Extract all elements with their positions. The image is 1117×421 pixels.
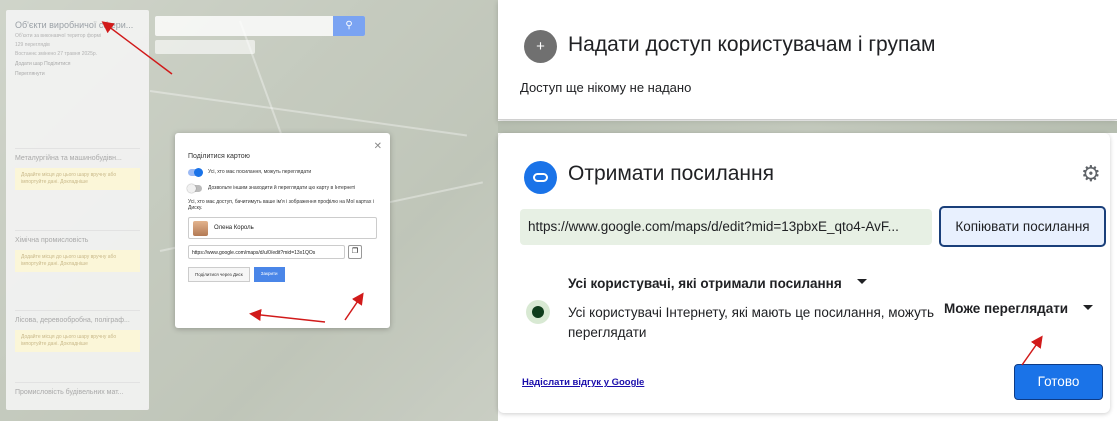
close-button[interactable]: Закрити xyxy=(253,267,285,282)
share-drive-button[interactable]: Поділитися через Диск xyxy=(188,267,250,282)
globe-icon xyxy=(526,300,550,324)
layer-3[interactable]: Лісова, деревообробна, поліграф... Додай… xyxy=(15,310,140,352)
map-sidebar: Об'єкти виробничої сфери... Об'єкти за в… xyxy=(6,10,149,410)
share-dialog: + Надати доступ користувачам і групам До… xyxy=(498,0,1117,421)
layer-note: Додайте місця до цього шару вручну або і… xyxy=(15,250,140,272)
layer-2[interactable]: Хімічна промисловість Додайте місця до ц… xyxy=(15,230,140,272)
map-actions[interactable]: Додати шар Поділитися xyxy=(15,61,140,67)
public-toggle[interactable] xyxy=(187,184,202,193)
map-title[interactable]: Об'єкти виробничої сфери... xyxy=(15,20,140,30)
audience-dropdown[interactable]: Усі користувачі, які отримали посилання xyxy=(568,276,842,291)
share-users-title: Надати доступ користувачам і групам xyxy=(568,33,936,56)
layer-title[interactable]: Промисловість будівельних мат... xyxy=(15,382,140,396)
layer-title[interactable]: Хімічна промисловість xyxy=(15,230,140,244)
dialog-buttons: Поділитися через Диск Закрити xyxy=(188,267,377,282)
toggle-row-public[interactable]: Дозвольте іншим знаходити й переглядати … xyxy=(187,184,377,193)
chevron-down-icon[interactable] xyxy=(857,279,867,284)
copy-icon[interactable]: ❐ xyxy=(348,245,362,259)
dialog-title: Поділитися картою xyxy=(188,153,250,160)
permission-dropdown[interactable]: Може переглядати xyxy=(944,301,1068,316)
map-subtitle: Об'єкти за виконавчої територ формі xyxy=(15,33,102,39)
link-row: https://www.google.com/maps/d/u/0/edit?m… xyxy=(188,245,377,259)
layer-title[interactable]: Металургійна та машинобудівн... xyxy=(15,148,140,162)
map-search-button[interactable]: ⚲ xyxy=(333,16,365,36)
link-url-field[interactable]: https://www.google.com/maps/d/edit?mid=1… xyxy=(520,209,932,245)
toggle-label: Усі, хто має посилання, можуть перегляда… xyxy=(208,169,312,175)
get-link-title: Отримати посилання xyxy=(568,162,774,185)
link-toggle[interactable] xyxy=(188,168,203,177)
done-button[interactable]: Готово xyxy=(1014,364,1103,400)
owner-row: Олена Король xyxy=(188,217,377,239)
link-field[interactable]: https://www.google.com/maps/d/u/0/edit?m… xyxy=(188,245,345,259)
gear-icon[interactable]: ⚙ xyxy=(1081,161,1101,187)
get-link-card: Отримати посилання ⚙ https://www.google.… xyxy=(498,133,1110,413)
share-map-dialog: ✕ Поділитися картою Усі, хто має посилан… xyxy=(175,133,390,328)
chevron-down-icon[interactable] xyxy=(1083,305,1093,310)
audience-description: Усі користувачі Інтернету, які мають це … xyxy=(568,305,935,340)
search-icon: ⚲ xyxy=(345,20,353,31)
dialog-info: Усі, хто має доступ, бачитимуть ваше ім'… xyxy=(188,199,374,211)
map-toolbar[interactable] xyxy=(155,40,255,54)
owner-name: Олена Король xyxy=(214,225,254,231)
layer-4[interactable]: Промисловість будівельних мат... xyxy=(15,382,140,396)
layer-1[interactable]: Металургійна та машинобудівн... Додайте … xyxy=(15,148,140,190)
background-strip xyxy=(498,121,1117,133)
share-users-card: + Надати доступ користувачам і групам До… xyxy=(498,0,1117,120)
map-preview[interactable]: Переглянути xyxy=(15,71,140,77)
share-users-status: Доступ ще нікому не надано xyxy=(520,80,692,95)
close-icon[interactable]: ✕ xyxy=(374,141,382,152)
person-add-icon: + xyxy=(524,30,557,63)
copy-link-button[interactable]: Копіювати посилання xyxy=(939,206,1106,247)
toggle-row-link[interactable]: Усі, хто має посилання, можуть перегляда… xyxy=(188,168,377,177)
layer-title[interactable]: Лісова, деревообробна, поліграф... xyxy=(15,310,140,324)
link-icon xyxy=(524,161,557,194)
map-edited: Востаннє змінено 27 травня 2025р. xyxy=(15,51,98,57)
feedback-link[interactable]: Надіслати відгук у Google xyxy=(522,377,644,388)
map-views: 129 переглядів xyxy=(15,42,50,48)
toggle-label: Дозвольте іншим знаходити й переглядати … xyxy=(208,185,356,191)
avatar xyxy=(193,220,208,236)
layer-note: Додайте місця до цього шару вручну або і… xyxy=(15,330,140,352)
layer-note: Додайте місця до цього шару вручну або і… xyxy=(15,168,140,190)
my-maps-screenshot: Об'єкти виробничої сфери... Об'єкти за в… xyxy=(0,0,498,421)
